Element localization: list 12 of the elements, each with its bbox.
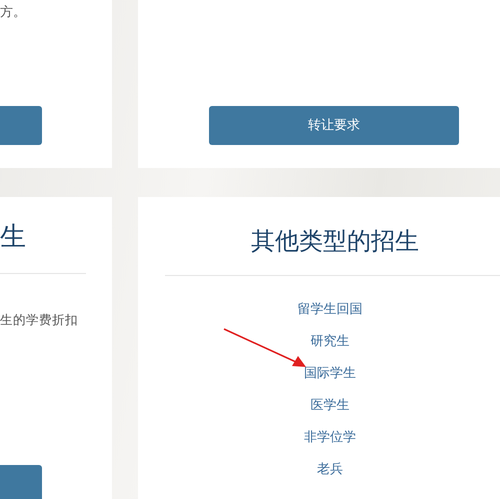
admission-link[interactable]: 医学生 (310, 396, 350, 416)
action-button[interactable] (0, 106, 42, 145)
admission-link[interactable]: 老兵 (317, 460, 343, 480)
body-text: 生的学费折扣 (0, 311, 78, 329)
transfer-requirements-button[interactable]: 转让要求 (209, 106, 459, 145)
admission-link[interactable]: 留学生回国 (298, 300, 362, 320)
card-title: 生 (0, 221, 26, 254)
admission-link[interactable]: 非学位学 (304, 428, 356, 448)
body-text: 方。 (0, 4, 26, 22)
admission-link[interactable]: 国际学生 (304, 364, 356, 384)
admission-link[interactable]: 研究生 (310, 332, 350, 352)
card-title: 其他类型的招生 (250, 226, 420, 257)
